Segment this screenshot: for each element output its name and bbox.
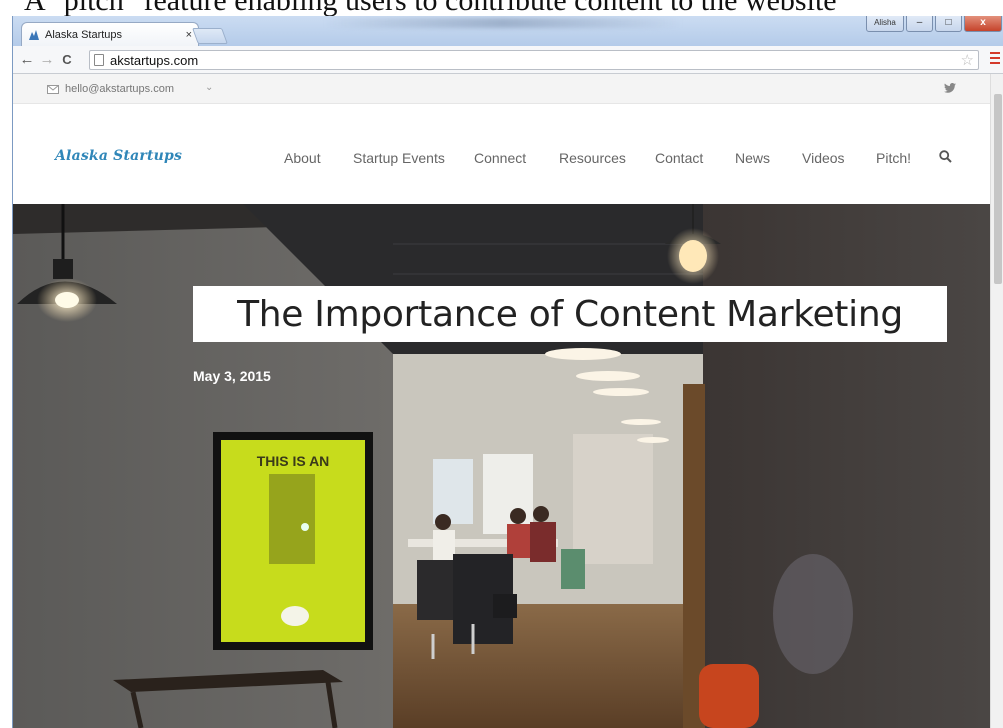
tab-close-icon[interactable]: × [186,29,192,41]
blurred-window-title [323,18,683,28]
site-topbar: hello@akstartups.com ⌄ [13,74,1003,104]
forward-button[interactable]: → [37,51,57,68]
twitter-icon[interactable] [944,82,956,96]
back-button[interactable]: ← [17,51,37,68]
bookmark-star-icon[interactable]: ☆ [961,51,974,69]
hero-date: May 3, 2015 [193,368,271,384]
close-window-button[interactable]: x [964,16,1002,32]
new-tab-button[interactable] [192,28,228,44]
office-photo: THIS IS AN [13,204,1003,728]
browser-toolbar: ← → C akstartups.com ☆ [13,46,1003,74]
window-controls: Alisha – □ x [866,16,1002,32]
email-contact[interactable]: hello@akstartups.com [47,83,174,95]
maximize-button[interactable]: □ [935,16,962,32]
reload-button[interactable]: C [57,52,77,67]
browser-tab[interactable]: Alaska Startups × [21,22,199,46]
document-caption: A "pitch" feature enabling users to cont… [0,0,1003,16]
nav-item-about[interactable]: About [284,150,321,166]
favicon-icon [28,29,40,41]
browser-window: Alaska Startups × Alisha – □ x ← → C aks… [12,16,1003,728]
email-text[interactable]: hello@akstartups.com [65,83,174,95]
nav-item-startup-events[interactable]: Startup Events [353,150,445,166]
main-nav: About Startup Events Connect Resources C… [13,150,1003,170]
nav-item-videos[interactable]: Videos [802,150,845,166]
chevron-down-icon[interactable]: ⌄ [205,82,213,93]
chrome-menu-icon[interactable] [990,52,1000,66]
hero-title: The Importance of Content Marketing [193,286,947,342]
nav-item-pitch[interactable]: Pitch! [876,150,911,166]
hero-banner: THIS IS AN The Importance of Content Mar… [13,204,1003,728]
nav-item-contact[interactable]: Contact [655,150,703,166]
minimize-button[interactable]: – [906,16,933,32]
site-header: Alaska Startups About Startup Events Con… [13,104,1003,204]
mail-icon [47,84,59,94]
poster-text: THIS IS AN [257,453,330,469]
scrollbar-thumb[interactable] [994,94,1002,284]
nav-item-connect[interactable]: Connect [474,150,526,166]
tab-title: Alaska Startups [45,28,123,41]
title-bar: Alaska Startups × Alisha – □ x [13,16,1003,46]
url-text[interactable]: akstartups.com [110,53,961,68]
search-icon[interactable] [939,150,952,163]
caption-text: A "pitch" feature enabling users to cont… [24,0,837,16]
page-icon [94,54,104,66]
page-viewport: hello@akstartups.com ⌄ Alaska Startups A… [13,74,1003,728]
page-scrollbar[interactable] [990,74,1003,728]
nav-item-news[interactable]: News [735,150,770,166]
profile-button[interactable]: Alisha [866,16,904,32]
nav-item-resources[interactable]: Resources [559,150,626,166]
address-bar[interactable]: akstartups.com ☆ [89,50,979,70]
